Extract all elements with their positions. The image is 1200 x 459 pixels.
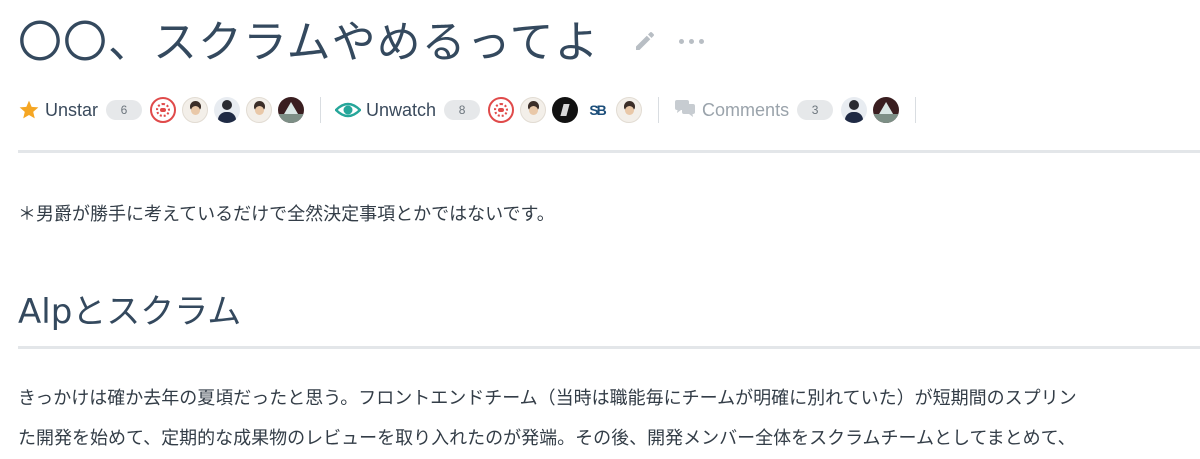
star-icon[interactable]: [18, 99, 40, 121]
article-meta-bar: Unstar 6 Unwatch 8 SB Comments 3: [18, 94, 930, 126]
unwatch-button[interactable]: Unwatch: [366, 100, 436, 121]
avatar[interactable]: [214, 97, 241, 123]
heading-underline: [18, 346, 1200, 349]
pencil-icon[interactable]: [633, 29, 657, 53]
comments-link[interactable]: Comments: [702, 100, 789, 121]
unstar-button[interactable]: Unstar: [45, 100, 98, 121]
commenter-avatars: [841, 97, 900, 123]
comments-count-badge: 3: [797, 100, 834, 120]
watch-count-badge: 8: [444, 100, 481, 120]
avatar[interactable]: [552, 97, 579, 123]
star-group: Unstar 6: [18, 97, 305, 123]
paragraph-line: た開発を始めて、定期的な成果物のレビューを取り入れたのが発端。その後、開発メンバ…: [18, 428, 1076, 449]
section-heading: Alpとスクラム: [18, 292, 242, 332]
avatar[interactable]: [616, 97, 643, 123]
avatar[interactable]: [278, 97, 305, 123]
avatar[interactable]: [841, 97, 868, 123]
avatar[interactable]: [150, 97, 177, 123]
comments-group: Comments 3: [673, 97, 900, 123]
divider: [915, 97, 917, 123]
eye-icon[interactable]: [335, 99, 362, 121]
avatar[interactable]: [873, 97, 900, 123]
stargazer-avatars: [150, 97, 305, 123]
avatar[interactable]: [246, 97, 273, 123]
title-actions: [633, 29, 705, 53]
more-options-icon[interactable]: [679, 38, 705, 44]
star-count-badge: 6: [106, 100, 143, 120]
avatar[interactable]: [182, 97, 209, 123]
disclaimer-text: ＊男爵が勝手に考えているだけで全然決定事項とかではないです。: [18, 204, 555, 225]
comments-icon[interactable]: [673, 99, 697, 121]
watch-group: Unwatch 8 SB: [335, 97, 643, 123]
title-row: 〇〇、スクラムやめるってよ: [18, 6, 705, 70]
divider: [658, 97, 660, 123]
paragraph-line: きっかけは確か去年の夏頃だったと思う。フロントエンドチーム（当時は職能毎にチーム…: [18, 388, 1077, 409]
page-title: 〇〇、スクラムやめるってよ: [18, 17, 600, 68]
divider: [320, 97, 322, 123]
avatar[interactable]: [520, 97, 547, 123]
avatar[interactable]: [488, 97, 515, 123]
avatar[interactable]: SB: [584, 97, 611, 123]
watcher-avatars: SB: [488, 97, 643, 123]
meta-divider-rule: [18, 150, 1200, 153]
